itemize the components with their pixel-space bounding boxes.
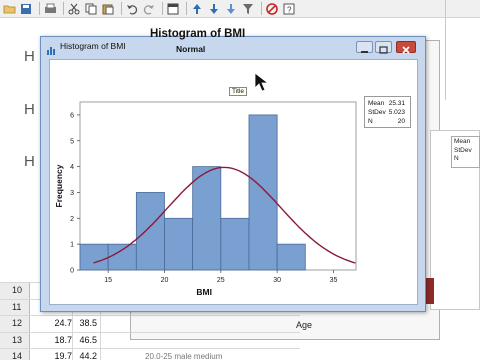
cell-c2[interactable]: 38.5 [72,316,97,331]
graph-window-icon [47,42,57,55]
cell-c3[interactable]: 20.0-25 male medium [145,349,222,360]
open-icon[interactable] [2,2,16,16]
row-number[interactable]: 10 [0,283,30,299]
stats-mean-value: 25.31 [388,100,405,107]
y-tick-label: 2 [70,216,74,223]
maximize-icon [379,46,388,54]
save-icon[interactable] [19,2,33,16]
down-icon[interactable] [207,2,221,16]
background-stats-stdev: StDev [454,146,472,154]
y-tick-label: 4 [70,164,74,171]
cell-c1[interactable]: 24.7 [30,316,72,331]
x-tick-label: 25 [217,277,225,284]
x-tick-label: 30 [273,277,281,284]
window-title: Histogram of BMI [60,41,126,51]
cancel-icon[interactable] [265,2,279,16]
histogram-bar[interactable] [192,166,222,271]
stats-row: N 20 [368,117,407,126]
tooltip: Title [229,87,248,96]
chart-subtitle[interactable]: Normal [176,44,205,54]
background-divider [445,0,446,100]
y-tick-label: 1 [70,242,74,249]
x-tick-label: 35 [330,277,338,284]
histogram-bar[interactable] [135,192,165,271]
histogram-bar[interactable] [107,243,137,271]
stats-n-label: N [368,118,373,125]
stats-stdev-label: StDev [368,109,386,116]
histogram-bar[interactable] [164,217,194,271]
filter-icon[interactable] [241,2,255,16]
close-icon [402,46,410,54]
cell-c1[interactable]: 19.7 [30,349,72,360]
stats-stdev-value: 5.023 [388,109,405,116]
histogram-bar[interactable] [248,114,278,271]
y-tick-label: 5 [70,138,74,145]
histogram-bar[interactable] [220,217,250,271]
chart-title[interactable]: Histogram of BMI [150,28,245,40]
stats-row: Mean 25.31 [368,99,407,108]
cell-c1[interactable]: 18.7 [30,333,72,348]
minimize-button[interactable] [356,41,373,53]
row-number[interactable]: 13 [0,332,30,348]
stats-mean-label: Mean [368,100,385,107]
toolbar-divider [63,2,64,15]
background-stats-mean: Mean [454,138,471,145]
svg-text:?: ? [287,5,292,14]
toolbar-divider [162,2,163,15]
window-titlebar[interactable]: Histogram of BMI [41,37,425,57]
row-number[interactable]: 12 [0,316,30,332]
toolbar-divider [121,2,122,15]
background-heading-letter: H [24,101,35,118]
paste-icon[interactable] [101,2,115,16]
background-heading-letter: H [24,153,35,170]
background-stats-box: Mean StDev N [451,136,480,168]
maximize-button[interactable] [375,41,392,54]
minimize-icon [361,51,368,53]
y-tick-label: 6 [70,112,74,119]
y-tick-label: 3 [70,190,74,197]
background-stats-n: N [454,155,459,162]
redo-icon[interactable] [142,2,156,16]
x-tick-label: 20 [161,277,169,284]
undo-icon[interactable] [125,2,139,16]
cell-c2[interactable]: 44.2 [72,349,97,360]
print-icon[interactable] [43,2,57,16]
worksheet-row: 14 19.7 44.2 20.0-25 male medium [0,348,300,360]
stats-n-value: 20 [397,118,405,125]
close-button[interactable] [396,41,416,54]
stats-row: StDev 5.023 [368,108,407,117]
toolbar: ? [0,0,480,18]
toolbar-divider [39,2,40,15]
row-number[interactable]: 14 [0,349,30,360]
down-alt-icon[interactable] [224,2,238,16]
toolbar-divider [261,2,262,15]
histogram-bar[interactable] [79,243,109,271]
x-tick-label: 15 [104,277,112,284]
y-axis-label: Frequency [54,164,64,207]
up-icon[interactable] [190,2,204,16]
x-axis-label: BMI [196,287,212,297]
window-icon[interactable] [166,2,180,16]
histogram-bar[interactable] [276,243,306,271]
worksheet-row: 12 24.7 38.5 [0,315,300,332]
cell-c2[interactable]: 46.5 [72,333,97,348]
background-heading-letter: H [24,48,35,65]
cut-icon[interactable] [67,2,81,16]
stats-box[interactable]: Mean 25.31 StDev 5.023 N 20 [364,96,411,128]
histogram-chart[interactable]: 0 1 2 3 4 5 6 15 20 25 30 35 BMI Frequency [48,96,364,304]
mouse-cursor-icon [254,72,268,92]
row-number[interactable]: 11 [0,299,30,315]
help-icon[interactable]: ? [282,2,296,16]
y-tick-label: 0 [70,268,74,275]
toolbar-divider [186,2,187,15]
copy-icon[interactable] [84,2,98,16]
worksheet-row: 13 18.7 46.5 [0,331,300,348]
